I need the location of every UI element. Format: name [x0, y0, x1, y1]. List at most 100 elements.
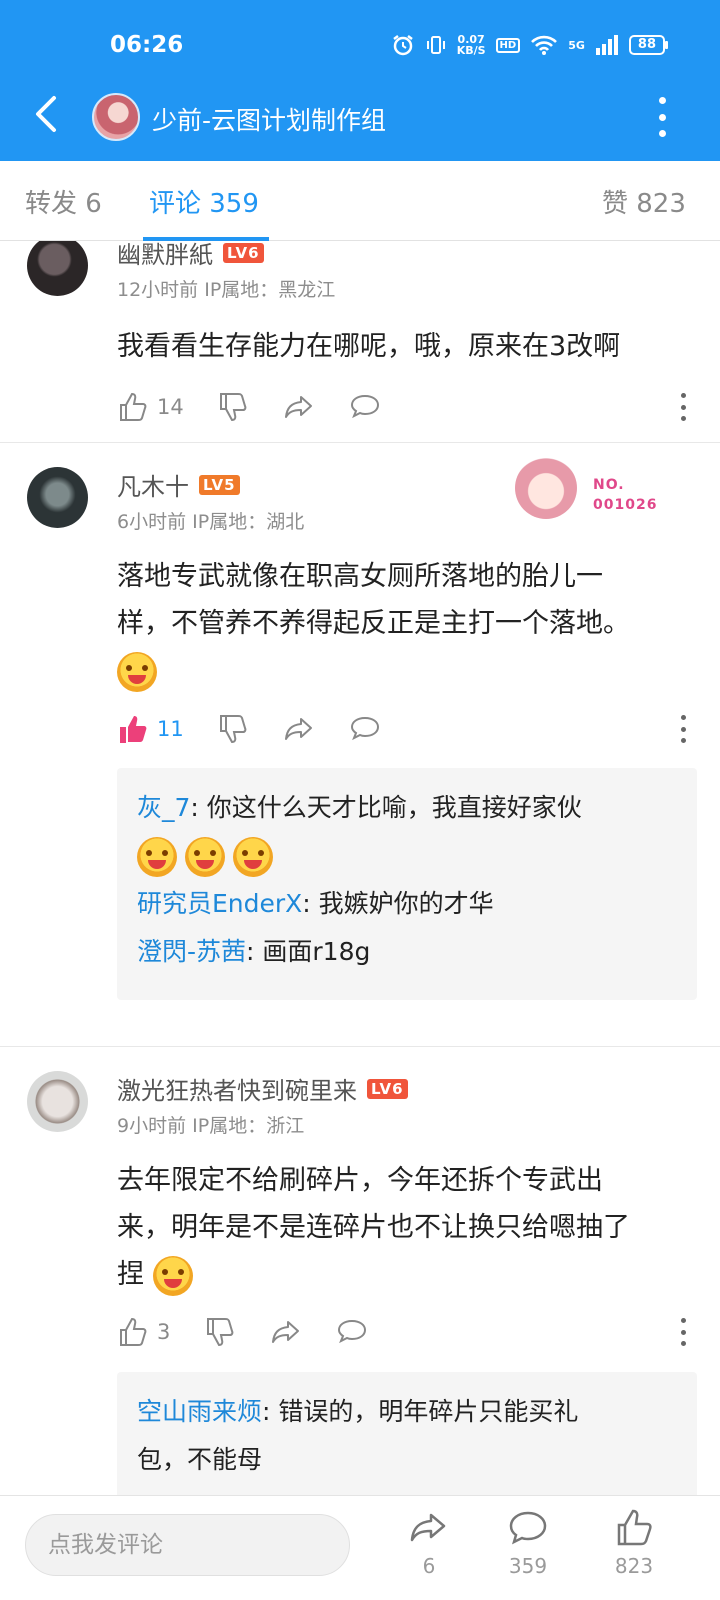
tab-likes[interactable]: 赞 823: [602, 183, 686, 220]
comment-bubble-icon: [509, 1511, 547, 1545]
thumbs-down-icon: [220, 715, 247, 744]
reply-box[interactable]: 灰_7: 你这什么天才比喻，我直接好家伙 研究员EnderX: 我嫉妒你的才华 …: [117, 768, 697, 1000]
back-arrow-icon[interactable]: [28, 94, 68, 134]
like-count: 823: [614, 1554, 654, 1578]
thumbs-up-filled-icon: [120, 716, 147, 743]
status-icons: 0.07 KB/S HD 5G 88: [391, 33, 669, 57]
reply-username[interactable]: 灰_7: [137, 793, 190, 822]
tab-comments[interactable]: 评论 359: [149, 183, 259, 220]
comment-text: 去年限定不给刷碎片，今年还拆个专武出 来，明年是不是连碎片也不让换只给嗯抽了 捏: [117, 1157, 697, 1298]
comment-emoji-row: [117, 647, 697, 694]
wifi-icon: [531, 35, 558, 55]
reply-button[interactable]: [349, 390, 381, 424]
comment-text-line: 样，不管养不养得起反正是主打一个落地。: [117, 608, 630, 639]
username-text[interactable]: 激光狂热者快到碗里来: [117, 1071, 357, 1106]
reply-username[interactable]: 空山雨来烦: [137, 1397, 262, 1426]
comment-button[interactable]: 359: [493, 1508, 563, 1578]
more-options-icon[interactable]: [650, 97, 674, 137]
username-text[interactable]: 凡木十: [117, 467, 189, 502]
comment-text: 我看看生存能力在哪呢，哦，原来在3改啊: [117, 331, 621, 362]
comment-item: 幽默胖紙 LV6 12小时前 IP属地：黑龙江 我看看生存能力在哪呢，哦，原来在…: [0, 241, 720, 441]
comment-username[interactable]: 激光狂热者快到碗里来 LV6: [117, 1071, 408, 1106]
like-button[interactable]: 3: [117, 1315, 170, 1349]
level-badge: LV5: [199, 474, 240, 495]
comment-input[interactable]: 点我发评论: [25, 1514, 350, 1576]
comment-item: 凡木十 LV5 6小时前 IP属地：湖北 NO. 001026 落地专武就像在职…: [0, 443, 720, 1043]
comment-text-line: 来，明年是不是连碎片也不让换只给嗯抽了: [117, 1212, 630, 1243]
dislike-button[interactable]: [217, 712, 249, 746]
comment-text-line: 落地专武就像在职高女厕所落地的胎儿一: [117, 561, 603, 592]
thumbs-down-icon: [220, 393, 247, 422]
like-count: 14: [157, 395, 184, 419]
comment-bubble-icon: [350, 716, 380, 741]
comment-more-icon[interactable]: [681, 393, 687, 421]
share-arrow-icon: [285, 396, 312, 418]
comment-count: 359: [508, 1554, 548, 1578]
reply-username[interactable]: 研究员EnderX: [137, 889, 302, 918]
alarm-icon: [392, 35, 413, 56]
dislike-button[interactable]: [217, 390, 249, 424]
comment-meta: 6小时前 IP属地：湖北: [117, 511, 305, 533]
comment-meta: 9小时前 IP属地：浙江: [117, 1115, 305, 1137]
speed-unit: KB/S: [456, 44, 486, 57]
reply-text: : 你这什么天才比喻，我直接好家伙: [190, 793, 582, 822]
comment-text-line: 去年限定不给刷碎片，今年还拆个专武出: [117, 1165, 603, 1196]
reply-text: : 我嫉妒你的才华: [302, 889, 494, 918]
comment-meta: 12小时前 IP属地：黑龙江: [117, 279, 336, 301]
reply-button[interactable]: [336, 1315, 368, 1349]
level-badge: LV6: [367, 1078, 408, 1099]
repost-button[interactable]: 6: [394, 1508, 464, 1578]
comment-username[interactable]: 凡木十 LV5: [117, 467, 240, 502]
reply-text: : 画面r18g: [246, 937, 371, 966]
dislike-button[interactable]: [204, 1315, 236, 1349]
share-arrow-icon: [272, 1321, 299, 1343]
comment-feed[interactable]: 幽默胖紙 LV6 12小时前 IP属地：黑龙江 我看看生存能力在哪呢，哦，原来在…: [0, 241, 720, 1495]
status-time: 06:26: [110, 32, 184, 58]
comment-username[interactable]: 幽默胖紙 LV6: [117, 241, 264, 270]
reply-text: 包，不能母: [137, 1445, 263, 1474]
thumbs-up-icon: [120, 1317, 147, 1346]
status-bar: 06:26 0.07 KB/S HD 5G 88: [0, 0, 720, 90]
reply-item: 包，不能母: [137, 1436, 677, 1484]
reply-item: 空山雨来烦: 错误的，明年碎片只能买礼: [137, 1388, 677, 1436]
comment-actions: 11: [117, 712, 697, 746]
battery-indicator: 88: [628, 35, 669, 55]
group-avatar[interactable]: [92, 93, 140, 141]
reply-emoji-row: [137, 832, 677, 880]
like-button[interactable]: 14: [117, 390, 184, 424]
share-button[interactable]: [283, 390, 315, 424]
badge-number-prefix: NO.: [593, 477, 625, 493]
reply-item: 研究员EnderX: 我嫉妒你的才华: [137, 880, 677, 928]
comment-more-icon[interactable]: [681, 1318, 687, 1346]
reply-text: : 错误的，明年碎片只能买礼: [262, 1397, 579, 1426]
like-button[interactable]: 823: [599, 1508, 669, 1578]
reply-box[interactable]: 空山雨来烦: 错误的，明年碎片只能买礼 包，不能母: [117, 1372, 697, 1495]
reply-username[interactable]: 澄閃-苏茜: [137, 937, 246, 966]
like-count: 3: [157, 1320, 171, 1344]
signal-label: 5G: [568, 38, 585, 52]
share-arrow-icon: [285, 718, 312, 740]
badge-number-value: 001026: [593, 497, 658, 513]
signal-icon: [595, 35, 618, 55]
user-avatar[interactable]: [27, 241, 88, 296]
network-speed: 0.07 KB/S: [457, 34, 486, 56]
user-avatar[interactable]: [27, 467, 88, 528]
tab-reposts[interactable]: 转发 6: [25, 183, 102, 220]
tab-bar: 转发 6 评论 359 赞 823: [0, 161, 720, 241]
share-button[interactable]: [270, 1315, 302, 1349]
like-button[interactable]: 11: [117, 712, 184, 746]
badge-character-image: [515, 457, 577, 519]
drooling-emoji-icon: [233, 837, 273, 877]
badge-number: NO. 001026: [593, 475, 657, 515]
repost-count: 6: [422, 1554, 436, 1578]
thumbs-up-icon: [617, 1509, 652, 1546]
comment-item: 激光狂热者快到碗里来 LV6 9小时前 IP属地：浙江 去年限定不给刷碎片，今年…: [0, 1047, 720, 1495]
comment-more-icon[interactable]: [681, 715, 687, 743]
username-text[interactable]: 幽默胖紙: [117, 241, 213, 270]
share-button[interactable]: [283, 712, 315, 746]
user-avatar[interactable]: [27, 1071, 88, 1132]
comment-text: 落地专武就像在职高女厕所落地的胎儿一 样，不管养不养得起反正是主打一个落地。: [117, 553, 697, 694]
level-badge: LV6: [223, 242, 264, 263]
reply-button[interactable]: [349, 712, 381, 746]
fan-badge: NO. 001026: [515, 457, 665, 527]
